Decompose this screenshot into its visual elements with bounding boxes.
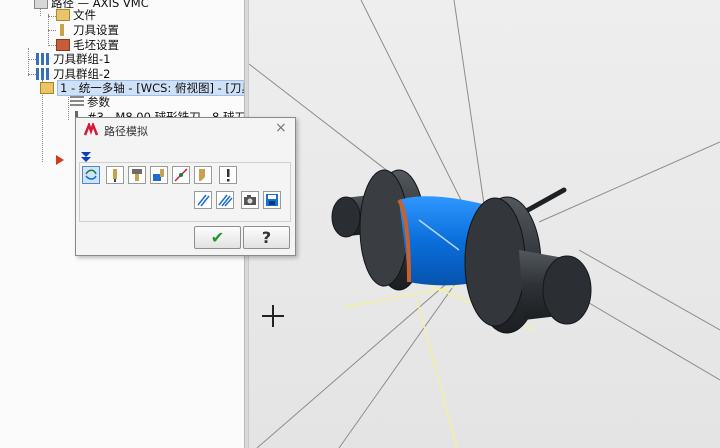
info-button[interactable] [219, 166, 237, 184]
tree-item-label: 刀具群组-1 [53, 52, 111, 66]
all-paths-button[interactable] [216, 191, 234, 209]
dialog-title: 路径模拟 [104, 125, 148, 138]
save-button[interactable] [263, 191, 281, 209]
tree-item-stock-settings[interactable]: 毛坯设置 [56, 38, 119, 52]
tool-button[interactable] [106, 166, 124, 184]
stock-button[interactable] [150, 166, 168, 184]
tree-item-parameters[interactable]: 参数 [70, 95, 110, 109]
graphics-viewport[interactable] [249, 0, 720, 448]
operation-folder-icon [40, 82, 54, 94]
right-flange-face [464, 197, 526, 327]
parameters-icon [70, 96, 84, 108]
tree-item-label: 文件 [73, 8, 96, 22]
camera-button[interactable] [241, 191, 259, 209]
tree-item-label: 刀具设置 [73, 23, 119, 37]
help-icon: ? [261, 228, 272, 247]
tree-item-tool-settings[interactable]: 刀具设置 [56, 23, 119, 37]
cutting-tool-button[interactable] [194, 166, 212, 184]
tree-item-tool-group-2[interactable]: 刀具群组-2 [36, 67, 110, 81]
3d-scene [249, 0, 720, 448]
tree-item-label: 参数 [87, 95, 110, 109]
tree-item-files[interactable]: 文件 [56, 8, 96, 22]
play-arrow-icon[interactable] [56, 155, 64, 165]
right-shaft-end [542, 255, 592, 325]
ok-button[interactable]: ✔ [194, 226, 241, 249]
crosshair-cursor-icon [262, 305, 284, 327]
tool-group-icon [36, 53, 50, 65]
stock-cube-icon [56, 39, 70, 51]
left-shaft-end [331, 196, 361, 238]
tree-item-tool-group-1[interactable]: 刀具群组-1 [36, 52, 110, 66]
path-simulation-dialog: 路径模拟 × ✔ ? [75, 117, 296, 256]
tool-group-icon [36, 68, 50, 80]
close-button[interactable]: × [275, 120, 287, 136]
checkmark-icon: ✔ [210, 228, 225, 247]
help-button[interactable]: ? [243, 226, 290, 249]
show-path-button[interactable] [82, 166, 100, 184]
mastercam-logo-icon [83, 121, 99, 136]
tree-item-label: 刀具群组-2 [53, 67, 111, 81]
holder-button[interactable] [128, 166, 146, 184]
both-paths-button[interactable] [194, 191, 212, 209]
left-flange-face [359, 169, 409, 287]
folder-icon [56, 9, 70, 21]
tool-settings-icon [56, 24, 70, 36]
tree-item-operation-1[interactable]: 1 - 统一多轴 - [WCS: 俯视图] - [刀具 [40, 80, 256, 96]
collapse-icon[interactable] [80, 148, 92, 162]
end-position-button[interactable] [172, 166, 190, 184]
tree-item-label: 毛坯设置 [73, 38, 119, 52]
tree-item-label: 1 - 统一多轴 - [WCS: 俯视图] - [刀具 [57, 80, 256, 96]
folder-icon [34, 0, 48, 9]
